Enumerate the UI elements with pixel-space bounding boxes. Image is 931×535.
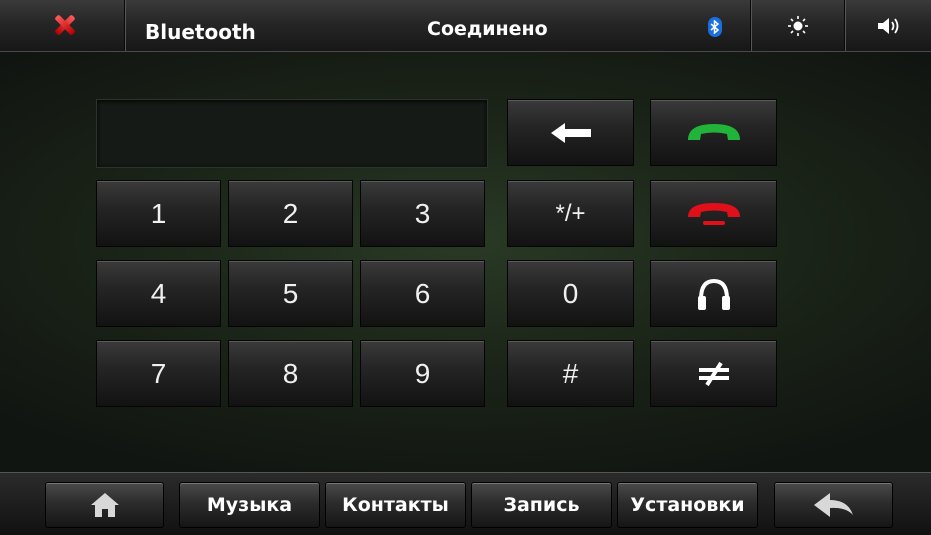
call-button[interactable] (650, 99, 777, 166)
speaker-icon (878, 18, 899, 34)
key-9[interactable]: 9 (360, 340, 485, 407)
bottom-nav-bar: Музыка Контакты Запись Установки (0, 472, 931, 535)
record-button[interactable]: Запись (471, 482, 612, 528)
key-7[interactable]: 7 (96, 340, 221, 407)
contacts-button[interactable]: Контакты (325, 482, 466, 528)
key-5[interactable]: 5 (228, 260, 353, 327)
settings-button[interactable]: Установки (617, 482, 758, 528)
transfer-button[interactable] (650, 340, 777, 407)
home-button[interactable] (45, 482, 164, 528)
back-arrow-icon (813, 493, 853, 517)
backspace-button[interactable] (507, 99, 634, 166)
backspace-arrow-icon (550, 122, 591, 143)
headset-button[interactable] (650, 260, 777, 327)
app-title: Bluetooth (145, 20, 256, 44)
key-0[interactable]: 0 (507, 260, 634, 327)
sun-icon (788, 16, 808, 36)
top-bar: Bluetooth Соединено (0, 0, 931, 52)
bluetooth-icon (708, 17, 722, 37)
star-plus-key[interactable]: */+ (507, 180, 634, 247)
key-2[interactable]: 2 (228, 180, 353, 247)
close-icon (54, 14, 76, 36)
green-phone-icon (687, 123, 740, 140)
home-icon (90, 493, 119, 517)
key-8[interactable]: 8 (228, 340, 353, 407)
connection-status: Соединено (427, 18, 548, 40)
key-1[interactable]: 1 (96, 180, 221, 247)
close-button[interactable] (0, 0, 125, 51)
headphones-icon (697, 278, 730, 310)
key-4[interactable]: 4 (96, 260, 221, 327)
number-display (96, 99, 488, 168)
not-equal-icon (698, 361, 729, 386)
hangup-button[interactable] (650, 180, 777, 247)
music-button[interactable]: Музыка (179, 482, 320, 528)
key-3[interactable]: 3 (360, 180, 485, 247)
key-6[interactable]: 6 (360, 260, 485, 327)
hash-key[interactable]: # (507, 340, 634, 407)
back-button[interactable] (774, 482, 893, 528)
red-phone-icon (687, 202, 740, 225)
